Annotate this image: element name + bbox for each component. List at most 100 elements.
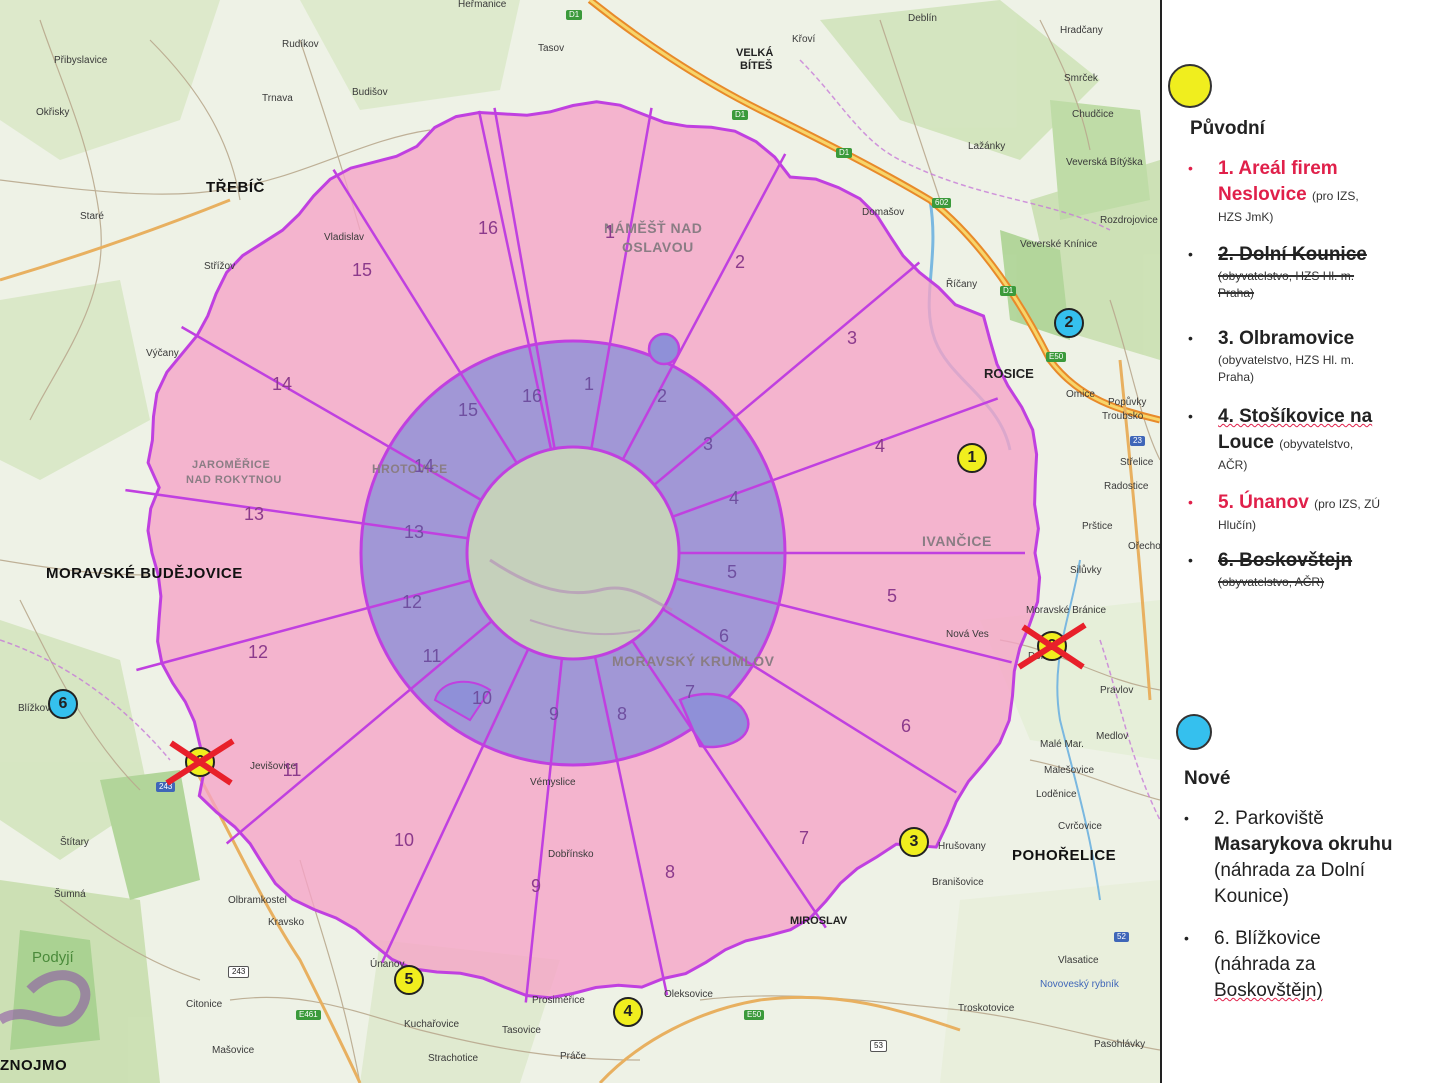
place-pravlov: Pravlov bbox=[1100, 685, 1134, 696]
road-badge: 53 bbox=[870, 1040, 887, 1052]
bullet-icon: • bbox=[1184, 930, 1189, 946]
place-hradcany: Hradčany bbox=[1060, 25, 1103, 36]
place-lodenice: Loděnice bbox=[1036, 789, 1077, 800]
place-deblin: Deblín bbox=[908, 13, 937, 24]
inner-zone-number: 12 bbox=[401, 592, 423, 612]
outer-zone-number: 1 bbox=[604, 222, 616, 242]
outer-zone-number: 3 bbox=[846, 328, 858, 348]
place-cvrcovice: Cvrčovice bbox=[1058, 821, 1102, 832]
cross-out-icon bbox=[1017, 622, 1087, 670]
original-site-marker[interactable]: 1 bbox=[957, 443, 987, 473]
inner-zone-number: 10 bbox=[471, 688, 493, 708]
inner-zone-number: 14 bbox=[413, 456, 435, 476]
place-prace: Práče bbox=[560, 1051, 587, 1062]
new-site-marker[interactable]: 2 bbox=[1054, 308, 1084, 338]
place-orech: Ořechov bbox=[1128, 541, 1160, 552]
inner-zone-number: 6 bbox=[718, 626, 730, 646]
place-tasov: Tasov bbox=[538, 43, 565, 54]
inner-zone-number: 8 bbox=[616, 704, 628, 724]
place-omice: Omice bbox=[1066, 389, 1095, 400]
outer-zone-number: 13 bbox=[243, 504, 265, 524]
outer-zone-number: 15 bbox=[351, 260, 373, 280]
bullet-icon: • bbox=[1184, 810, 1189, 826]
original-site-marker[interactable]: 5 bbox=[394, 965, 424, 995]
new-site-marker[interactable]: 6 bbox=[48, 689, 78, 719]
inner-zone-number: 7 bbox=[684, 682, 696, 702]
legend-item-parkoviste: • 2. Parkoviště Masarykova okruhu (náhra… bbox=[1184, 808, 1393, 907]
place-nova-ves: Nová Ves bbox=[946, 629, 989, 640]
cross-out-icon bbox=[165, 738, 235, 786]
place-masovice: Mašovice bbox=[212, 1045, 255, 1056]
place-citonice: Citonice bbox=[186, 999, 223, 1010]
road-badge: 602 bbox=[932, 198, 952, 208]
place-vemyslice: Vémyslice bbox=[530, 777, 576, 788]
legend-item-unanov: • 5. Únanov (pro IZS, ZÚ Hlučín) bbox=[1188, 492, 1381, 532]
place-nad-rokytnou: NAD ROKYTNOU bbox=[186, 474, 282, 486]
place-domasov: Domašov bbox=[862, 207, 905, 218]
place-prybyslavice: Přibyslavice bbox=[54, 55, 108, 66]
inner-zone-number: 11 bbox=[422, 646, 442, 666]
bullet-icon: • bbox=[1188, 160, 1193, 176]
bullet-icon: • bbox=[1188, 494, 1193, 510]
bullet-icon: • bbox=[1188, 552, 1193, 568]
road-badge: D1 bbox=[836, 148, 853, 158]
inner-zone-number: 13 bbox=[403, 522, 425, 542]
outer-zone-number: 12 bbox=[247, 642, 269, 662]
outer-zone-number: 8 bbox=[664, 862, 676, 882]
place-tasovice: Tasovice bbox=[502, 1025, 541, 1036]
outer-zone-number: 7 bbox=[798, 828, 810, 848]
place-popuvky: Popůvky bbox=[1108, 397, 1147, 408]
place-oslavou: OSLAVOU bbox=[622, 239, 694, 255]
inner-zone-number: 4 bbox=[728, 488, 740, 508]
place-rudikov: Rudíkov bbox=[282, 39, 319, 50]
inner-zone-number: 1 bbox=[583, 374, 595, 394]
place-vlasatice: Vlasatice bbox=[1058, 955, 1099, 966]
place-sumna: Šumná bbox=[54, 889, 86, 900]
place-prstice: Prštice bbox=[1082, 521, 1113, 532]
place-budisov: Budišov bbox=[352, 87, 388, 98]
inner-zone-number: 5 bbox=[726, 562, 738, 582]
road-badge: 243 bbox=[228, 966, 250, 978]
place-lazanky: Lažánky bbox=[968, 141, 1006, 152]
place-hrusovany: Hrušovany bbox=[938, 841, 986, 852]
place-bites: BÍTEŠ bbox=[740, 60, 773, 72]
legend-item-stosikovice: • 4. Stošíkovice na Louce (obyvatelstvo,… bbox=[1188, 406, 1373, 472]
original-site-marker[interactable]: 3 bbox=[899, 827, 929, 857]
place-hermanice: Heřmanice bbox=[458, 0, 507, 10]
place-podyji: Podyjí bbox=[32, 949, 74, 966]
outer-zone-number: 10 bbox=[393, 830, 415, 850]
place-olbramkostel: Olbramkostel bbox=[228, 895, 287, 906]
place-velka: VELKÁ bbox=[736, 47, 774, 59]
place-miroslav: MIROSLAV bbox=[790, 915, 848, 927]
outer-zone-number: 16 bbox=[477, 218, 499, 238]
place-chudcice: Chudčice bbox=[1072, 109, 1114, 120]
place-novoveska: Novoveský rybník bbox=[1040, 979, 1119, 990]
place-mar-mar: Malé Mar. bbox=[1040, 739, 1084, 750]
place-rozdrojovice: Rozdrojovice bbox=[1100, 215, 1158, 226]
place-troubsko: Troubsko bbox=[1102, 411, 1144, 422]
place-trebic: TŘEBÍČ bbox=[206, 179, 265, 196]
place-vyclany: Výčany bbox=[146, 348, 179, 359]
place-znojmo: ZNOJMO bbox=[0, 1057, 68, 1074]
original-site-marker[interactable]: 4 bbox=[613, 997, 643, 1027]
road-badge: D1 bbox=[566, 10, 583, 20]
inner-zone-number: 16 bbox=[521, 386, 543, 406]
place-moravske-branice: Moravské Bránice bbox=[1026, 605, 1107, 616]
road-badge: E461 bbox=[296, 1010, 321, 1020]
bullet-icon: • bbox=[1188, 330, 1193, 346]
place-kravsko: Kravsko bbox=[268, 917, 305, 928]
legend-item-neslovice: • 1. Areál firem Neslovice (pro IZS, HZS… bbox=[1188, 158, 1359, 224]
map-area[interactable]: TŘEBÍČ MORAVSKÉ BUDĚJOVICE ROSICE IVANČI… bbox=[0, 0, 1160, 1083]
place-namest: NÁMĚŠŤ NAD bbox=[604, 220, 703, 236]
outer-zone-number: 6 bbox=[900, 716, 912, 736]
legend-new-swatch bbox=[1176, 714, 1212, 750]
place-ivancice: IVANČICE bbox=[922, 533, 992, 549]
place-dobrinsko: Dobřínsko bbox=[548, 849, 594, 860]
inner-zone-number: 9 bbox=[548, 704, 560, 724]
outer-zone-number: 5 bbox=[886, 586, 898, 606]
place-malesovice: Malešovice bbox=[1044, 765, 1095, 776]
legend-original-title: Původní bbox=[1190, 118, 1265, 139]
outer-zone-number: 4 bbox=[874, 436, 886, 456]
place-trnava: Trnava bbox=[262, 93, 293, 104]
outer-zone-number: 2 bbox=[734, 252, 746, 272]
